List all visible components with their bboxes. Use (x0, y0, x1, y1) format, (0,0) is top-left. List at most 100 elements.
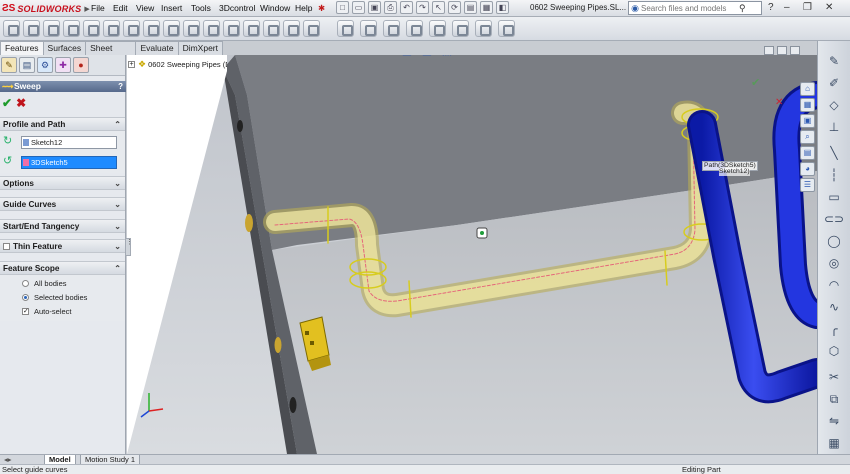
help-icon-pm[interactable]: ? (118, 81, 123, 92)
profile-selection-field[interactable]: Sketch12 (21, 135, 117, 149)
solidworks-logo[interactable]: ƧS SOLIDWORKS ▶ (2, 1, 90, 16)
revolved-boss-icon[interactable] (23, 20, 40, 37)
relations-icon[interactable]: ⊥ (823, 119, 845, 135)
swept-cut-icon[interactable] (143, 20, 160, 37)
edit-appearance-icon[interactable]: ◑ (499, 55, 515, 59)
cancel-icon[interactable]: ✖ (16, 96, 26, 110)
thin-feature-checkbox[interactable] (3, 243, 10, 251)
line-icon[interactable]: ╲ (823, 145, 845, 161)
tab-evaluate[interactable]: Evaluate (135, 41, 179, 55)
design-library-icon[interactable]: ▦ (800, 98, 815, 112)
chevron-up-icon[interactable]: ⌃ (114, 118, 121, 131)
axis-icon[interactable] (429, 20, 446, 37)
redo-icon[interactable]: ↷ (416, 1, 429, 14)
extruded-cut-icon[interactable] (83, 20, 100, 37)
arc-icon[interactable]: ◠ (823, 277, 845, 293)
rebuild-icon[interactable]: ⟳ (448, 1, 461, 14)
search-box[interactable]: ◉ ⚲ (628, 1, 762, 15)
start-end-tangency-header[interactable]: Start/End Tangency ⌄ (0, 220, 125, 233)
section-view-icon[interactable]: ▥ (419, 55, 435, 59)
guide-curves-header[interactable]: Guide Curves ⌄ (0, 198, 125, 211)
menu-file[interactable]: File (91, 3, 105, 13)
new-document-icon[interactable]: □ (336, 1, 349, 14)
mirror-entities-icon[interactable]: ⇋ (823, 413, 845, 429)
display-style-icon[interactable]: ⧉ (459, 55, 475, 59)
instant3d-icon[interactable] (383, 20, 400, 37)
path-selection-field[interactable]: 3DSketch5 (21, 155, 117, 169)
linear-pattern-icon[interactable] (203, 20, 220, 37)
chevron-up-icon[interactable]: ⌃ (114, 262, 121, 275)
fillet-icon[interactable] (183, 20, 200, 37)
menu-insert[interactable]: Insert (161, 3, 182, 13)
selected-bodies-option[interactable]: Selected bodies (22, 291, 87, 303)
dimxpert-manager-icon[interactable]: ✚ (55, 57, 71, 73)
slot-icon[interactable]: ⊂⊃ (823, 211, 845, 227)
trim-icon[interactable]: ✂ (823, 369, 845, 385)
panel-splitter[interactable]: ⋮ (125, 238, 133, 256)
search-input[interactable] (641, 2, 737, 14)
menu-3dcontrol[interactable]: 3Dcontrol (219, 3, 255, 13)
expand-icon[interactable]: + (128, 61, 135, 68)
sketch-icon[interactable]: ✎ (823, 53, 845, 69)
view-palette-icon[interactable]: ▤ (800, 146, 815, 160)
coordinate-system-icon[interactable] (452, 20, 469, 37)
centerline-icon[interactable]: ┆ (823, 167, 845, 183)
plane-icon[interactable] (406, 20, 423, 37)
lofted-boss-icon[interactable] (63, 20, 80, 37)
menu-window[interactable]: Window (260, 3, 290, 13)
undo-icon[interactable]: ↶ (400, 1, 413, 14)
solidworks-resources-icon[interactable]: ⌂ (800, 82, 815, 96)
configuration-manager-icon[interactable]: ⚙ (37, 57, 53, 73)
display-manager-icon[interactable]: ● (73, 57, 89, 73)
restore-icon[interactable]: ❐ (803, 2, 812, 13)
rectangle-icon[interactable]: ▭ (823, 189, 845, 205)
viewport-minimize-icon[interactable] (764, 46, 774, 55)
menu-view[interactable]: View (136, 3, 154, 13)
spline-icon[interactable]: ∿ (823, 299, 845, 315)
chevron-down-icon[interactable]: ⌄ (114, 240, 121, 253)
options-icon[interactable]: ▤ (464, 1, 477, 14)
search-icon[interactable]: ⚲ (739, 3, 746, 14)
wrap-icon[interactable] (283, 20, 300, 37)
thin-feature-header[interactable]: Thin Feature ⌄ (0, 240, 125, 253)
all-bodies-option[interactable]: All bodies (22, 277, 67, 289)
menu-tools[interactable]: Tools (191, 3, 211, 13)
previous-view-icon[interactable]: ◩ (399, 55, 415, 59)
pin-icon[interactable]: ✱ (318, 3, 325, 14)
menu-help[interactable]: Help (295, 3, 312, 13)
viewport-close-icon[interactable] (790, 46, 800, 55)
hole-wizard-icon[interactable] (103, 20, 120, 37)
tab-sheet-metal[interactable]: Sheet Metal (85, 41, 137, 66)
3d-sketch-icon[interactable]: ✐ (823, 75, 845, 91)
all-bodies-radio[interactable] (22, 279, 29, 287)
lofted-cut-icon[interactable] (163, 20, 180, 37)
tab-dimxpert[interactable]: DimXpert (177, 41, 223, 55)
mate-reference-icon[interactable] (498, 20, 515, 37)
fillet-sketch-icon[interactable]: ╭ (823, 321, 845, 337)
zoom-to-fit-icon[interactable]: ⌕ (359, 55, 375, 59)
menu-edit[interactable]: Edit (113, 3, 128, 13)
profile-and-path-header[interactable]: Profile and Path ⌃ (0, 118, 125, 131)
mirror-icon[interactable] (303, 20, 320, 37)
appearances-icon[interactable]: ◕ (800, 162, 815, 176)
feature-scope-header[interactable]: Feature Scope ⌃ (0, 262, 125, 275)
auto-select-checkbox[interactable]: ✓ (22, 307, 29, 315)
chevron-down-icon[interactable]: ⌄ (114, 220, 121, 233)
selected-bodies-radio[interactable] (22, 293, 29, 301)
apply-scene-icon[interactable]: ▰ (519, 55, 535, 59)
ok-icon[interactable]: ✔ (2, 96, 12, 110)
point-icon[interactable] (475, 20, 492, 37)
tab-surfaces[interactable]: Surfaces (42, 41, 87, 55)
chevron-down-icon[interactable]: ⌄ (114, 177, 121, 190)
options-header[interactable]: Options ⌄ (0, 177, 125, 190)
draft-icon[interactable] (243, 20, 260, 37)
shell-icon[interactable] (263, 20, 280, 37)
offset-icon[interactable]: ⧉ (823, 391, 845, 407)
search-scope-icon[interactable]: ◉ (629, 2, 641, 14)
print-icon[interactable]: ⎙ (384, 1, 397, 14)
feature-manager-icon[interactable]: ✎ (1, 57, 17, 73)
perimeter-circle-icon[interactable]: ◎ (823, 255, 845, 271)
property-manager-icon[interactable]: ▤ (19, 57, 35, 73)
zoom-to-area-icon[interactable]: ⤢ (379, 55, 395, 59)
reference-geometry-icon[interactable] (337, 20, 354, 37)
